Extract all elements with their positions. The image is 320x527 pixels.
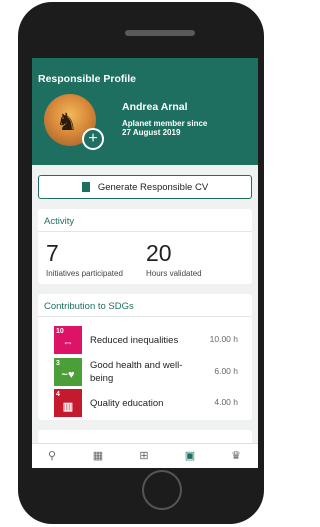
generate-cv-label: Generate Responsible CV: [97, 181, 209, 193]
equality-glyph-icon: ⇔: [62, 337, 74, 349]
add-photo-icon[interactable]: +: [82, 128, 104, 150]
sdg-label: Reduced inequalities: [90, 335, 179, 346]
sdg-hours: 4.00 h: [214, 397, 238, 407]
page-title: Responsible Profile: [38, 73, 137, 85]
sdg-row-reduced-inequalities[interactable]: 10 ⇔ Reduced inequalities 10.00 h: [38, 326, 252, 354]
sdg-hours: 6.00 h: [214, 366, 238, 376]
member-since-label: Aplanet member since: [122, 119, 208, 128]
sdg-card: Contribution to SDGs 10 ⇔ Reduced inequa…: [38, 294, 252, 420]
divider: [38, 316, 252, 317]
initiatives-count: 7: [46, 240, 59, 266]
book-glyph-icon: ▥: [62, 401, 74, 413]
activity-card: Activity 7 Initiatives participated 20 H…: [38, 209, 252, 284]
sdg-hours: 10.00 h: [209, 334, 238, 344]
sdg-number: 10: [56, 328, 64, 335]
sdg-label: Quality education: [90, 398, 164, 409]
phone-speaker: [125, 30, 195, 36]
hours-count: 20: [146, 240, 172, 266]
activity-title: Activity: [44, 216, 75, 227]
sdg-label: Good health and well-being: [90, 360, 183, 384]
hours-label: Hours validated: [146, 269, 202, 278]
trophy-icon[interactable]: ♛: [229, 449, 243, 463]
divider: [38, 231, 252, 232]
download-icon: [81, 182, 90, 192]
sdg-row-good-health[interactable]: 3 ~♥ Good health and well-being 6.00 h: [38, 358, 252, 386]
calendar-icon[interactable]: ▦: [91, 449, 105, 463]
app-screen: Responsible Profile ♞ + Andrea Arnal Apl…: [32, 58, 258, 468]
horse-rider-image: ♞: [56, 109, 78, 136]
profile-icon[interactable]: ▣: [183, 449, 197, 463]
sdg-number: 4: [56, 391, 60, 398]
member-since-date: 27 August 2019: [122, 128, 181, 137]
bottom-nav: ⚲ ▦ ⊞ ▣ ♛: [32, 443, 258, 468]
sdg-row-quality-education[interactable]: 4 ▥ Quality education 4.00 h: [38, 389, 252, 417]
heartbeat-glyph-icon: ~♥: [61, 369, 75, 381]
add-icon[interactable]: ⊞: [137, 449, 151, 463]
initiatives-label: Initiatives participated: [46, 269, 123, 278]
search-icon[interactable]: ⚲: [45, 449, 59, 463]
sdg-title: Contribution to SDGs: [44, 301, 134, 312]
user-name: Andrea Arnal: [122, 101, 188, 113]
home-button[interactable]: [142, 470, 182, 510]
sdg-4-icon: 4 ▥: [54, 389, 82, 417]
profile-header: Responsible Profile ♞ + Andrea Arnal Apl…: [32, 58, 258, 165]
sdg-10-icon: 10 ⇔: [54, 326, 82, 354]
member-since: Aplanet member since 27 August 2019: [122, 119, 232, 137]
sdg-number: 3: [56, 360, 60, 367]
generate-cv-button[interactable]: Generate Responsible CV: [38, 175, 252, 199]
sdg-3-icon: 3 ~♥: [54, 358, 82, 386]
